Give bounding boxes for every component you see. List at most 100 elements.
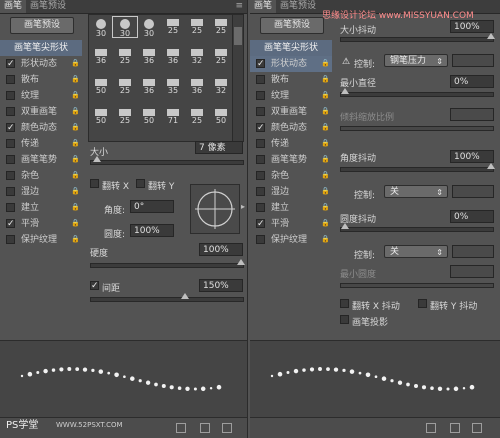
brush-setting-checkbox[interactable] (6, 235, 15, 244)
size-jitter-slider[interactable] (340, 33, 495, 42)
spacing-value-field[interactable]: 150% (199, 279, 243, 292)
brush-setting-item[interactable]: 画笔笔尖形状 (250, 40, 332, 56)
lock-icon[interactable]: 🔒 (321, 107, 330, 116)
lock-icon[interactable]: 🔒 (71, 139, 80, 148)
brush-setting-checkbox[interactable]: ✓ (256, 123, 265, 133)
flip-y-jitter-checkbox[interactable] (418, 299, 427, 308)
hardness-slider-knob[interactable] (237, 259, 245, 265)
control-dropdown-1[interactable]: 钢笔压力 ⇕ (384, 54, 448, 67)
roundness-jitter-field[interactable]: 0% (450, 210, 494, 223)
brush-setting-checkbox[interactable] (256, 187, 265, 196)
brush-tip[interactable]: 25 (209, 17, 233, 37)
lock-icon[interactable]: 🔒 (321, 203, 330, 212)
hardness-slider[interactable] (90, 259, 245, 268)
flip-x-jitter-checkbox[interactable] (340, 299, 349, 308)
lock-icon[interactable]: 🔒 (71, 107, 80, 116)
brush-setting-checkbox[interactable] (256, 203, 265, 212)
brush-setting-checkbox[interactable]: ✓ (256, 219, 265, 229)
flip-x-checkbox[interactable] (90, 179, 99, 188)
brush-setting-checkbox[interactable] (256, 155, 265, 164)
brush-tip[interactable]: 36 (185, 77, 209, 97)
trash-icon[interactable] (222, 423, 232, 433)
brush-tip[interactable]: 25 (209, 47, 233, 67)
brush-setting-item[interactable]: ✓ 颜色动态 🔒 (0, 120, 82, 136)
new-brush-icon[interactable] (176, 423, 186, 433)
brush-presets-button[interactable]: 画笔预设 (10, 17, 74, 34)
flip-y-checkbox[interactable] (136, 179, 145, 188)
lock-icon[interactable]: 🔒 (71, 171, 80, 180)
brush-setting-item[interactable]: 传递 🔒 (0, 136, 82, 152)
brush-setting-checkbox[interactable] (256, 139, 265, 148)
size-slider[interactable] (90, 156, 244, 165)
brush-setting-item[interactable]: 画笔笔势 🔒 (250, 152, 332, 168)
spacing-slider[interactable] (90, 293, 244, 302)
scrollbar-thumb[interactable] (234, 27, 242, 45)
brush-setting-checkbox[interactable] (256, 91, 265, 100)
brush-setting-checkbox[interactable] (6, 91, 15, 100)
lock-icon[interactable]: 🔒 (321, 59, 330, 68)
brush-setting-item[interactable]: ✓ 平滑 🔒 (0, 216, 82, 232)
lock-icon[interactable]: 🔒 (321, 139, 330, 148)
panel-menu-icon[interactable]: ≡ (235, 0, 243, 13)
brush-setting-checkbox[interactable] (256, 235, 265, 244)
lock-icon[interactable]: 🔒 (71, 123, 80, 132)
lock-icon[interactable]: 🔒 (321, 171, 330, 180)
tab-brush-presets[interactable]: 画笔预设 (276, 0, 320, 13)
brush-projection-checkbox[interactable] (340, 315, 349, 324)
brush-setting-checkbox[interactable] (256, 75, 265, 84)
grid-icon[interactable] (200, 423, 210, 433)
angle-jitter-slider[interactable] (340, 163, 495, 172)
brush-setting-item[interactable]: 湿边 🔒 (250, 184, 332, 200)
brush-tip-grid[interactable]: 30 30 30 25 25 25 36 25 36 36 32 25 50 25 36 35 36 32 50 25… (88, 14, 234, 142)
min-diameter-slider[interactable] (340, 88, 494, 97)
angle-roundness-widget[interactable] (190, 184, 240, 234)
size-value-field[interactable]: 7 像素 (195, 141, 243, 154)
brush-setting-checkbox[interactable] (256, 171, 265, 180)
lock-icon[interactable]: 🔒 (71, 203, 80, 212)
brush-setting-checkbox[interactable] (6, 139, 15, 148)
brush-setting-item[interactable]: 双重画笔 🔒 (250, 104, 332, 120)
lock-icon[interactable]: 🔒 (71, 235, 80, 244)
brush-tip-scrollbar[interactable] (232, 14, 244, 142)
brush-tip[interactable]: 36 (89, 47, 113, 67)
brush-tip[interactable]: 25 (161, 17, 185, 37)
brush-setting-item[interactable]: 画笔笔势 🔒 (0, 152, 82, 168)
brush-tip[interactable]: 30 (112, 16, 138, 38)
brush-tip[interactable]: 25 (113, 77, 137, 97)
brush-setting-item[interactable]: ✓ 颜色动态 🔒 (250, 120, 332, 136)
brush-tip[interactable]: 36 (161, 47, 185, 67)
lock-icon[interactable]: 🔒 (71, 187, 80, 196)
brush-setting-item[interactable]: 保护纹理 🔒 (0, 232, 82, 248)
brush-setting-checkbox[interactable] (6, 107, 15, 116)
lock-icon[interactable]: 🔒 (321, 235, 330, 244)
brush-setting-item[interactable]: 双重画笔 🔒 (0, 104, 82, 120)
brush-setting-checkbox[interactable] (6, 75, 15, 84)
brush-tip[interactable]: 32 (209, 77, 233, 97)
brush-setting-item[interactable]: 纹理 🔒 (250, 88, 332, 104)
angle-value-field[interactable]: 0° (130, 200, 174, 213)
brush-tip[interactable]: 25 (113, 107, 137, 127)
lock-icon[interactable]: 🔒 (321, 155, 330, 164)
brush-setting-item[interactable]: ✓ 形状动态 🔒 (250, 56, 332, 72)
brush-setting-checkbox[interactable]: ✓ (6, 219, 15, 229)
brush-tip[interactable]: 36 (137, 77, 161, 97)
control-dropdown-3[interactable]: 关 ⇕ (384, 245, 448, 258)
hardness-value-field[interactable]: 100% (199, 243, 243, 256)
brush-setting-item[interactable]: 传递 🔒 (250, 136, 332, 152)
brush-setting-checkbox[interactable] (6, 203, 15, 212)
roundness-jitter-knob[interactable] (341, 223, 349, 229)
new-brush-icon[interactable] (426, 423, 436, 433)
lock-icon[interactable]: 🔒 (321, 187, 330, 196)
lock-icon[interactable]: 🔒 (71, 91, 80, 100)
control-dropdown-2[interactable]: 关 ⇕ (384, 185, 448, 198)
tab-brush[interactable]: 画笔 (250, 0, 277, 13)
size-jitter-field[interactable]: 100% (450, 20, 494, 33)
grid-icon[interactable] (450, 423, 460, 433)
lock-icon[interactable]: 🔒 (71, 59, 80, 68)
brush-setting-checkbox[interactable]: ✓ (6, 59, 15, 69)
roundness-value-field[interactable]: 100% (130, 224, 174, 237)
brush-setting-checkbox[interactable] (6, 155, 15, 164)
brush-tip[interactable]: 71 (161, 107, 185, 127)
brush-tip[interactable]: 50 (209, 107, 233, 127)
angle-jitter-knob[interactable] (487, 163, 495, 169)
